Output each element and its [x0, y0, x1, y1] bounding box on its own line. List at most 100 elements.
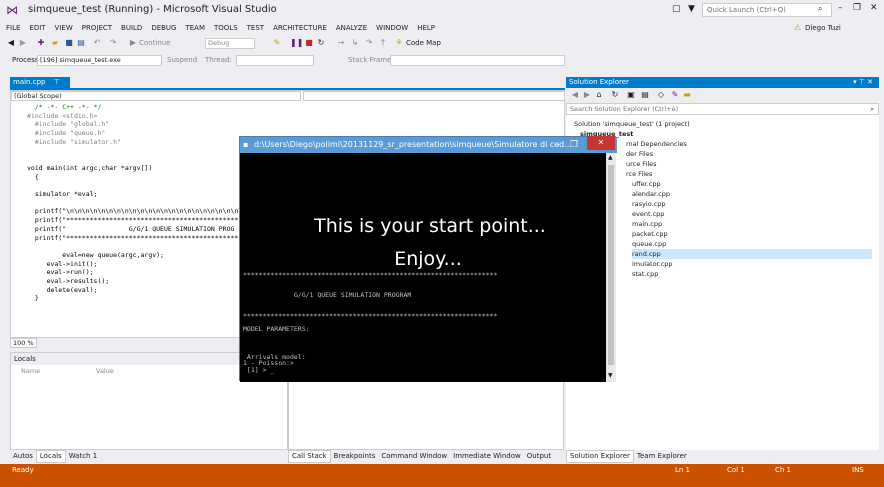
break-all-icon[interactable]: ❚❚: [290, 38, 303, 48]
console-title-bar[interactable]: ▪ d:\Users\Diego\polimi\20131129_sr_pres…: [240, 137, 617, 153]
configuration-select[interactable]: Debug: [205, 38, 255, 49]
tree-item[interactable]: rce Files: [626, 169, 652, 179]
scroll-down-icon[interactable]: ▼: [608, 372, 613, 379]
tree-item[interactable]: alendar.cpp: [632, 189, 670, 199]
open-folder-icon[interactable]: ▰: [50, 38, 60, 48]
continue-button[interactable]: Continue: [139, 36, 170, 50]
stack-frame-select[interactable]: [390, 55, 565, 66]
console-minimize-button[interactable]: –: [555, 137, 560, 153]
scroll-up-icon[interactable]: ▲: [608, 154, 613, 161]
zoom-select[interactable]: 100 %: [10, 338, 37, 348]
scope-select[interactable]: (Global Scope): [11, 91, 301, 101]
code-line[interactable]: #include "global.h": [27, 120, 109, 128]
code-line[interactable]: }: [27, 294, 39, 302]
code-line[interactable]: #include "queue.h": [27, 129, 105, 137]
code-map-button[interactable]: Code Map: [406, 36, 441, 50]
thread-select[interactable]: [236, 55, 314, 66]
preview-icon[interactable]: ▬: [682, 90, 692, 100]
tree-item[interactable]: rand.cpp: [632, 249, 872, 259]
code-line[interactable]: void main(int argc,char *argv[]): [27, 164, 152, 172]
code-line[interactable]: {: [27, 173, 39, 181]
tab-output[interactable]: Output: [524, 451, 554, 462]
tab-breakpoints[interactable]: Breakpoints: [331, 451, 379, 462]
member-select[interactable]: [303, 91, 565, 101]
code-line[interactable]: /* -*- C++ -*- */: [27, 103, 102, 111]
menu-item-file[interactable]: FILE: [6, 21, 20, 35]
view-code-icon[interactable]: ◇: [656, 90, 666, 100]
tree-item[interactable]: stat.cpp: [632, 269, 658, 279]
home-icon[interactable]: ⌂: [594, 90, 604, 100]
step-into-icon[interactable]: ↳: [350, 38, 360, 48]
feedback-icon[interactable]: ▢: [672, 4, 681, 14]
solution-explorer-search[interactable]: Search Solution Explorer (Ctrl+è) ⌕: [566, 103, 879, 115]
code-line[interactable]: #include <stdio.h>: [27, 112, 97, 120]
code-line[interactable]: eval->run();: [27, 268, 94, 276]
menu-item-help[interactable]: HELP: [417, 21, 435, 35]
collapse-all-icon[interactable]: ▣: [626, 90, 636, 100]
code-line[interactable]: printf("\n\n\n\n\n\n\n\n\n\n\n\n\n\n\n\n…: [27, 207, 246, 215]
show-all-files-icon[interactable]: ▤: [640, 90, 650, 100]
menu-item-project[interactable]: PROJECT: [82, 21, 112, 35]
menu-item-team[interactable]: TEAM: [185, 21, 205, 35]
tree-item[interactable]: uffer.cpp: [632, 179, 661, 189]
code-line[interactable]: #include "simulator.h": [27, 138, 121, 146]
locals-column-name[interactable]: Name: [21, 367, 40, 375]
undo-icon[interactable]: ↶: [92, 38, 102, 48]
new-project-icon[interactable]: ✚: [36, 38, 46, 48]
menu-item-analyze[interactable]: ANALYZE: [336, 21, 367, 35]
maximize-button[interactable]: ❐: [853, 3, 861, 13]
tab-locals[interactable]: Locals: [35, 450, 66, 463]
show-next-statement-icon[interactable]: →: [336, 38, 346, 48]
code-line[interactable]: eval->results();: [27, 277, 110, 285]
tree-item[interactable]: event.cpp: [632, 209, 664, 219]
scroll-thumb[interactable]: [608, 165, 614, 365]
code-line[interactable]: printf("********************************…: [27, 234, 242, 242]
redo-icon[interactable]: ↷: [108, 38, 118, 48]
forward-icon[interactable]: ▶: [582, 90, 592, 100]
restart-icon[interactable]: ↻: [316, 38, 326, 48]
tree-item[interactable]: Solution 'simqueue_test' (1 project): [574, 119, 690, 129]
continue-icon[interactable]: ▶: [128, 38, 138, 48]
tab-watch-1[interactable]: Watch 1: [66, 451, 100, 462]
tree-item[interactable]: packet.cpp: [632, 229, 668, 239]
tree-item[interactable]: rnal Dependencies: [626, 139, 687, 149]
back-icon[interactable]: ◀: [570, 90, 580, 100]
console-window[interactable]: ▪ d:\Users\Diego\polimi\20131129_sr_pres…: [239, 136, 617, 382]
menu-item-build[interactable]: BUILD: [121, 21, 142, 35]
code-map-icon[interactable]: ⚘: [394, 38, 404, 48]
menu-item-view[interactable]: VIEW: [55, 21, 73, 35]
properties-icon[interactable]: ✎: [670, 90, 680, 100]
tree-item[interactable]: rasyio.cpp: [632, 199, 665, 209]
tab-call-stack[interactable]: Call Stack: [288, 450, 331, 463]
tab-immediate-window[interactable]: Immediate Window: [450, 451, 524, 462]
step-out-icon[interactable]: ↑: [378, 38, 388, 48]
code-line[interactable]: eval->init();: [27, 260, 98, 268]
code-line[interactable]: eval=new queue(argc,argv);: [27, 251, 164, 259]
tab-autos[interactable]: Autos: [10, 451, 36, 462]
menu-item-edit[interactable]: EDIT: [29, 21, 45, 35]
tree-item[interactable]: der Files: [626, 149, 653, 159]
process-select[interactable]: [196] simqueue_test.exe: [37, 55, 162, 66]
console-scrollbar[interactable]: ▲ ▼: [606, 153, 616, 382]
tree-item[interactable]: queue.cpp: [632, 239, 666, 249]
tab-command-window[interactable]: Command Window: [378, 451, 450, 462]
step-over-icon[interactable]: ↷: [364, 38, 374, 48]
notification-flag-icon[interactable]: ▼: [688, 4, 695, 14]
locals-column-value[interactable]: Value: [96, 367, 114, 375]
code-line[interactable]: simulator *eval;: [27, 190, 98, 198]
tab-solution-explorer[interactable]: Solution Explorer: [566, 450, 634, 463]
solution-platform-icon[interactable]: ✎: [272, 38, 282, 48]
forward-icon[interactable]: ▶: [18, 38, 28, 48]
back-icon[interactable]: ◀: [6, 38, 16, 48]
save-all-icon[interactable]: ▤: [76, 38, 86, 48]
tree-item[interactable]: main.cpp: [632, 219, 662, 229]
menu-item-test[interactable]: TEST: [247, 21, 264, 35]
menu-item-architecture[interactable]: ARCHITECTURE: [273, 21, 327, 35]
panel-close-icon[interactable]: ▾ ⊤ ✕: [853, 77, 873, 88]
tab-team-explorer[interactable]: Team Explorer: [634, 451, 690, 462]
pin-icon[interactable]: ⊤: [54, 78, 60, 86]
console-close-button[interactable]: ✕: [587, 136, 615, 150]
code-line[interactable]: printf(" G/G/1 QUEUE SIMULATION PROG: [27, 225, 235, 233]
menu-item-window[interactable]: WINDOW: [376, 21, 408, 35]
save-icon[interactable]: ■: [64, 38, 74, 48]
